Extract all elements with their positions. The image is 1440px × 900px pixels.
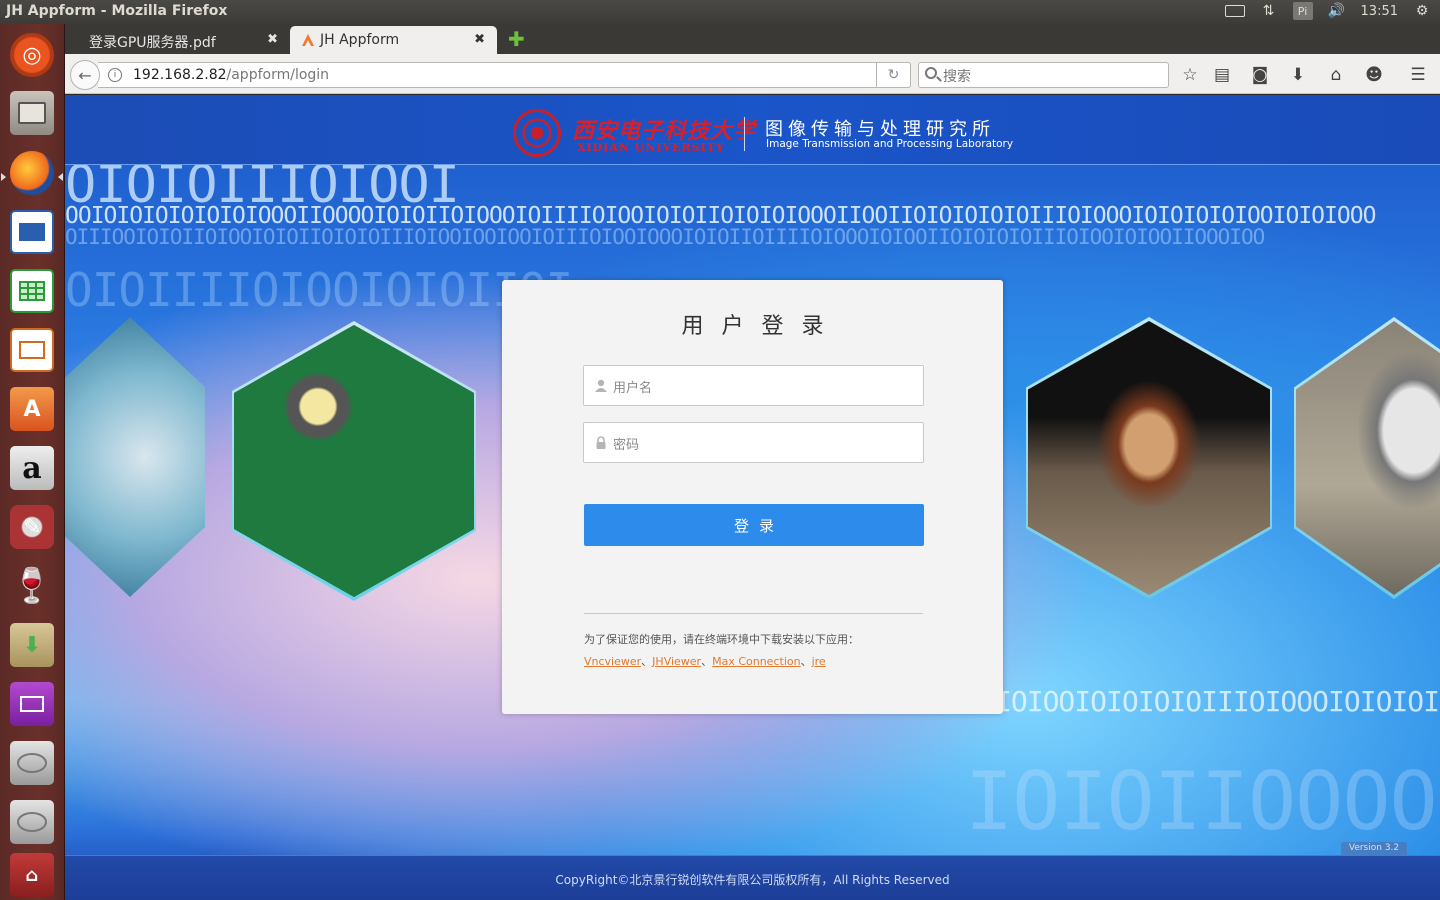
volume-icon[interactable]: 🔊: [1327, 2, 1347, 20]
archive-manager-icon[interactable]: ⬇: [7, 620, 57, 670]
link-max-connection[interactable]: Max Connection: [712, 655, 800, 668]
menu-icon[interactable]: ☰: [1407, 64, 1429, 86]
lab-name-en: Image Transmission and Processing Labora…: [766, 138, 1014, 150]
tab-pdf[interactable]: 登录GPU服务器.pdf ✖: [65, 26, 290, 54]
writer-icon[interactable]: [7, 207, 57, 257]
software-center-icon[interactable]: A: [7, 384, 57, 434]
binary-decoration: OIOIIIIOIOOIOIOIIOI: [65, 263, 573, 317]
binary-decoration: IOIOOIOIOIOIOIIIOIOOOIOIOIOIO: [995, 685, 1440, 718]
tab-bar: 登录GPU服务器.pdf ✖ JH Appform ✖ ✚: [65, 24, 1440, 54]
url-bar[interactable]: i 192.168.2.82/appform/login: [98, 62, 911, 88]
drive-icon[interactable]: [7, 738, 57, 788]
close-icon[interactable]: ✖: [267, 32, 278, 47]
firefox-icon[interactable]: [7, 148, 57, 198]
remote-desktop-icon[interactable]: [7, 679, 57, 729]
bookmarks-list-icon[interactable]: ▤: [1211, 64, 1233, 86]
footer: CopyRight©北京景行锐创软件有限公司版权所有，All Rights Re…: [65, 855, 1440, 900]
window-title: JH Appform - Mozilla Firefox: [6, 3, 228, 19]
usb-drive-icon[interactable]: ⌂: [7, 850, 57, 900]
drive-icon[interactable]: [7, 797, 57, 847]
username-placeholder: 用户名: [613, 381, 653, 396]
page-content: OIOIOIIIOIOOI OOIOIOIOIOIOIOIOOOIIOOOOIO…: [65, 95, 1440, 900]
reload-button[interactable]: ↻: [876, 62, 911, 88]
search-placeholder: 搜索: [943, 69, 971, 85]
url-host: 192.168.2.82: [133, 67, 227, 83]
system-tray: ⇅ Pi 🔊 13:51 ⚙: [1224, 2, 1432, 20]
search-icon: [925, 67, 937, 79]
tab-jh-appform[interactable]: JH Appform ✖: [290, 26, 497, 54]
login-card: 用户登录 用户名 密码 登录 为了保证您的使用，请在终端环境中下载安装以下应用：…: [502, 280, 1003, 714]
page-header: 西安电子科技大学 XIDIAN UNIVERSITY 图像传输与处理研究所 Im…: [65, 95, 1440, 165]
link-separator: 、: [701, 655, 713, 668]
tab-label: JH Appform: [320, 32, 400, 48]
files-icon[interactable]: [7, 88, 57, 138]
password-placeholder: 密码: [613, 438, 640, 453]
binary-decoration: OIIIOOIOIOIIOIOOIOIOIIOIOIOIIIOIOOIOOIOO…: [65, 225, 1265, 249]
link-vncviewer[interactable]: Vncviewer: [584, 655, 641, 668]
notice-text: 为了保证您的使用，请在终端环境中下载安装以下应用：: [584, 633, 859, 646]
url-path: /appform/login: [226, 67, 330, 83]
username-field[interactable]: 用户名: [583, 365, 924, 406]
close-icon[interactable]: ✖: [474, 32, 485, 47]
new-tab-icon[interactable]: ✚: [508, 29, 525, 49]
impress-icon[interactable]: [7, 325, 57, 375]
gear-icon[interactable]: ⚙: [1412, 2, 1432, 20]
hello-chat-icon[interactable]: ☻: [1363, 64, 1385, 86]
nav-bar: i 192.168.2.82/appform/login ← ↻ 搜索 ☆ ▤ …: [65, 54, 1440, 94]
top-panel: JH Appform - Mozilla Firefox ⇅ Pi 🔊 13:5…: [0, 0, 1440, 24]
wine-icon[interactable]: 🍷: [7, 561, 57, 611]
bookmark-star-icon[interactable]: ☆: [1179, 64, 1201, 86]
amazon-icon[interactable]: a: [7, 443, 57, 493]
pinyin-input-icon[interactable]: Pi: [1292, 2, 1313, 20]
calc-icon[interactable]: [7, 266, 57, 316]
divider: [584, 613, 923, 614]
download-icon[interactable]: ⬇: [1287, 64, 1309, 86]
university-name-en: XIDIAN UNIVERSITY: [577, 141, 725, 154]
home-icon[interactable]: ⌂: [1325, 64, 1347, 86]
keyboard-icon[interactable]: [1224, 2, 1245, 20]
header-divider: [744, 117, 745, 151]
appform-favicon-icon: [302, 34, 314, 46]
ubuntu-dash-icon[interactable]: ◎: [7, 30, 57, 80]
link-jre[interactable]: jre: [812, 655, 826, 668]
university-seal-icon: [513, 109, 561, 157]
login-button[interactable]: 登录: [584, 504, 924, 546]
version-badge: Version 3.2: [1341, 842, 1407, 855]
system-settings-icon[interactable]: ✎: [7, 502, 57, 552]
reload-icon: ↻: [887, 67, 900, 83]
arrow-left-icon: ←: [78, 65, 92, 85]
back-button[interactable]: ←: [70, 60, 100, 90]
tab-label: 登录GPU服务器.pdf: [89, 35, 216, 51]
site-info-icon[interactable]: i: [108, 68, 122, 82]
wafer-hexagon-image: [65, 317, 205, 597]
launcher: ◎ A a ✎ 🍷 ⬇ ⌂: [0, 24, 65, 900]
download-notice: 为了保证您的使用，请在终端环境中下载安装以下应用：Vncviewer、JHVie…: [584, 629, 884, 673]
circuit-board-hexagon-image: [234, 325, 474, 597]
password-field[interactable]: 密码: [583, 422, 924, 463]
link-jhviewer[interactable]: JHViewer: [652, 655, 701, 668]
network-icon[interactable]: ⇅: [1259, 2, 1279, 20]
link-separator: 、: [641, 655, 653, 668]
clock[interactable]: 13:51: [1361, 4, 1398, 19]
pocket-icon[interactable]: ◙: [1249, 64, 1271, 86]
link-separator: 、: [800, 655, 812, 668]
lunar-lander-hexagon-image: [1028, 321, 1270, 595]
lock-icon: [596, 436, 606, 449]
search-input[interactable]: 搜索: [918, 62, 1169, 88]
binary-decoration: IOIOIIOOOOIOIOII: [965, 755, 1440, 848]
lunar-rover-hexagon-image: [1296, 321, 1440, 595]
user-icon: [595, 379, 607, 392]
login-title: 用户登录: [681, 314, 842, 339]
